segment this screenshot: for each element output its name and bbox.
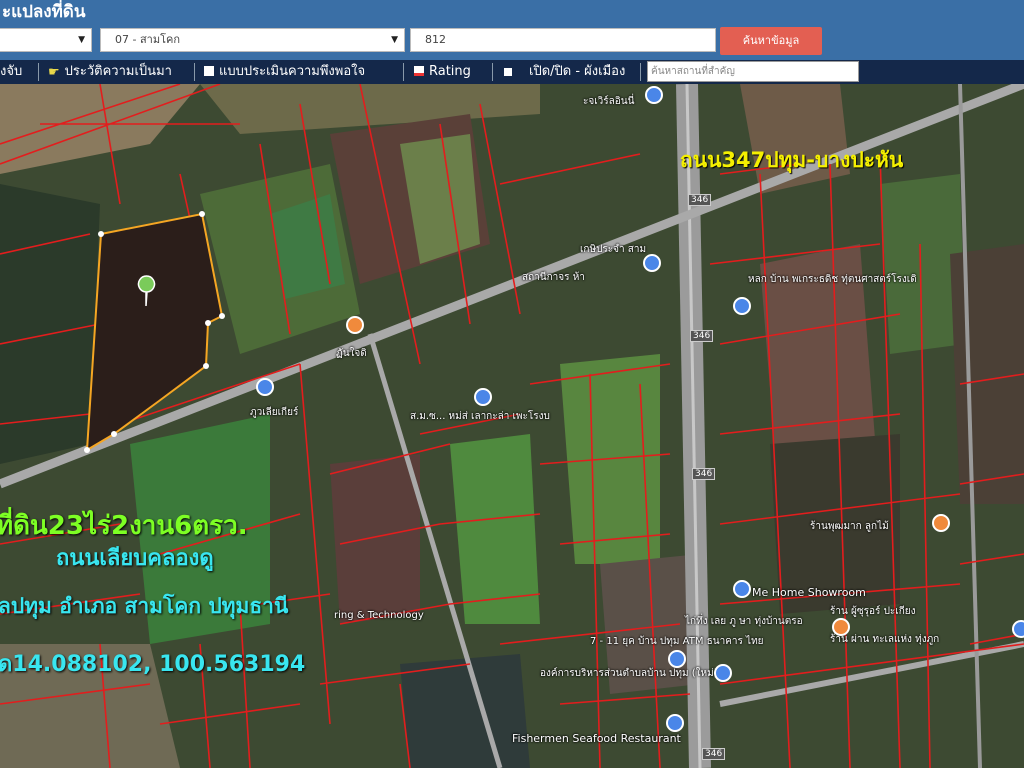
place-label: Me Home Showroom bbox=[752, 586, 866, 599]
place-pin-icon[interactable] bbox=[256, 378, 274, 396]
plot-vertex bbox=[203, 363, 209, 369]
place-pin-icon[interactable] bbox=[832, 618, 850, 636]
landmark-search-input[interactable]: ค้นหาสถานที่สำคัญ bbox=[647, 61, 859, 82]
plot-vertex bbox=[98, 231, 104, 237]
place-pin-icon[interactable] bbox=[645, 86, 663, 104]
district-select[interactable]: 07 - สามโคก ▼ bbox=[100, 28, 405, 52]
plot-vertex bbox=[111, 431, 117, 437]
place-label: ะจเวิร์ลอินนี่ bbox=[583, 96, 635, 107]
place-label: ring & Technology bbox=[334, 610, 424, 621]
address-label: ุลปทุม อำเภอ สามโคก ปทุมธานี bbox=[0, 594, 289, 618]
place-label: ร้านพุฒมาก ลูกไม้ bbox=[810, 521, 889, 532]
toolbar-item-survey-label: แบบประเมินความพึงพอใจ bbox=[219, 64, 366, 79]
brown-field bbox=[950, 244, 1024, 504]
coordinates-label: ด14.088102, 100.563194 bbox=[0, 652, 306, 677]
place-label: องค์การบริหารส่วนตำบลบ้าน ปทุม (ใหม่) bbox=[540, 668, 718, 679]
toolbar-divider bbox=[492, 63, 493, 81]
page-title: ะแปลงที่ดิน bbox=[2, 2, 86, 22]
place-label: เกษิประจำ สาม bbox=[580, 244, 647, 255]
toolbar-divider bbox=[38, 63, 39, 81]
chevron-down-icon: ▼ bbox=[78, 35, 85, 45]
road-shield: 346 bbox=[692, 468, 716, 480]
brown-field bbox=[330, 454, 420, 624]
place-label: 7 - 11 ยุค บ้าน ปทุม ATM ธนาคาร ไทย bbox=[590, 636, 764, 647]
toolbar-item-history-label: ประวัติความเป็นมา bbox=[64, 64, 172, 79]
road-shield: 346 bbox=[690, 330, 714, 342]
place-pin-icon[interactable] bbox=[733, 580, 751, 598]
document-icon bbox=[204, 66, 214, 76]
parcel-number-input[interactable]: 812 bbox=[410, 28, 716, 52]
rating-icon bbox=[414, 66, 424, 76]
parcel-number-value: 812 bbox=[425, 33, 446, 46]
app-header: ะแปลงที่ดิน ▼ 07 - สามโคก ▼ 812 ค้นหาข้อม… bbox=[0, 0, 1024, 60]
chevron-down-icon: ▼ bbox=[391, 35, 398, 45]
toolbar-item-rating-label: Rating bbox=[429, 64, 471, 79]
road-shield: 346 bbox=[688, 194, 712, 206]
place-label: ส.ม.ซ... หม่ส่ เลากะล่า เพะโรงบ bbox=[410, 411, 550, 422]
place-label: หลก บ้าน พเกระธดิช ทุ่ตนศาสตร์โรงเดิ bbox=[748, 274, 917, 285]
place-label: ร้าน ผู้ซุรุอร์ ปะเกียง bbox=[830, 606, 916, 617]
place-pin-icon[interactable] bbox=[643, 254, 661, 272]
place-pin-icon[interactable] bbox=[474, 388, 492, 406]
toolbar-item-history[interactable]: ☛ ประวัติความเป็นมา bbox=[48, 60, 172, 84]
plot-vertex bbox=[199, 211, 205, 217]
place-pin-icon[interactable] bbox=[733, 297, 751, 315]
place-label: ร้าน ผ่าน ทะเลแห่ง ทุ่งภูก bbox=[830, 634, 940, 645]
place-pin-icon[interactable] bbox=[346, 316, 364, 334]
place-label: ภูวเลียเกียร์ bbox=[250, 407, 299, 418]
toolbar-item-rating[interactable]: Rating bbox=[414, 60, 471, 84]
toggle-icon bbox=[504, 68, 512, 76]
toolbar-divider bbox=[194, 63, 195, 81]
toolbar-divider bbox=[403, 63, 404, 81]
place-pin-icon[interactable] bbox=[668, 650, 686, 668]
toolbar-item-cityplan[interactable]: เปิด/ปิด - ผังเมือง bbox=[504, 60, 625, 84]
toolbar-divider bbox=[640, 63, 641, 81]
place-pin-icon[interactable] bbox=[1012, 620, 1024, 638]
place-label: ฏันใจดิ bbox=[336, 348, 367, 359]
plot-vertex bbox=[84, 447, 90, 453]
place-pin-icon[interactable] bbox=[666, 714, 684, 732]
plot-vertex bbox=[219, 313, 225, 319]
street-label: ถนนเลียบคลองดู bbox=[56, 546, 214, 571]
district-select-value: 07 - สามโคก bbox=[115, 33, 181, 46]
plot-vertex bbox=[205, 320, 211, 326]
toolbar-item-1[interactable]: งจับ bbox=[0, 60, 22, 84]
satellite-map[interactable]: ถนน347ปทุม-บางปะหัน ที่ดิน23ไร่2งาน6ตรว.… bbox=[0, 84, 1024, 768]
toolbar: งจับ ☛ ประวัติความเป็นมา แบบประเมินความพึ… bbox=[0, 60, 1024, 84]
place-label: Fishermen Seafood Restaurant bbox=[512, 732, 681, 745]
pointer-icon: ☛ bbox=[48, 65, 60, 80]
place-pin-icon[interactable] bbox=[714, 664, 732, 682]
road-label: ถนน347ปทุม-บางปะหัน bbox=[680, 148, 904, 172]
road-shield: 346 bbox=[702, 748, 726, 760]
place-label: ไก่ทึ่ง เลย ภู ษา ทุ่งบ้านตรอ bbox=[685, 616, 803, 627]
toolbar-item-cityplan-label: เปิด/ปิด - ผังเมือง bbox=[529, 64, 626, 79]
province-select[interactable]: ▼ bbox=[0, 28, 92, 52]
search-data-button[interactable]: ค้นหาข้อมูล bbox=[720, 27, 822, 55]
place-label: สถานีกาจร ห้า bbox=[522, 272, 585, 283]
toolbar-item-survey[interactable]: แบบประเมินความพึงพอใจ bbox=[204, 60, 365, 84]
place-pin-icon[interactable] bbox=[932, 514, 950, 532]
